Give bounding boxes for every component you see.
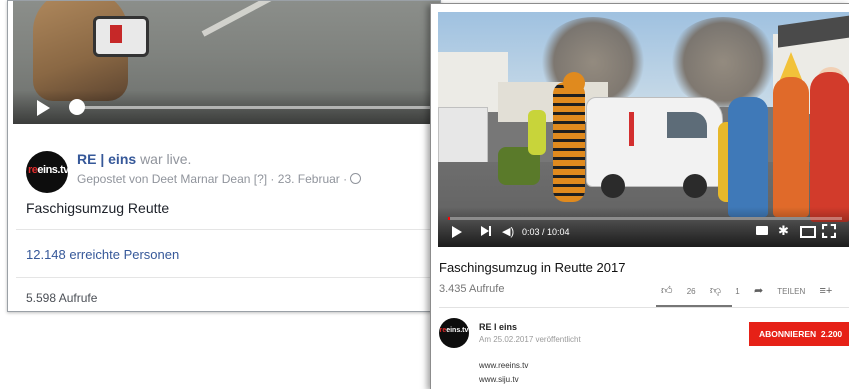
video-title: Faschingsumzug in Reutte 2017 (439, 260, 626, 275)
facebook-post-card: reeins.tv RE | eins war live. Gepostet v… (7, 0, 441, 312)
next-icon[interactable] (481, 226, 491, 236)
subscribe-button[interactable]: ABONNIEREN 2.200 (749, 322, 849, 346)
description-link[interactable]: www.reeins.tv (479, 361, 528, 370)
subscriber-count: 2.200 (820, 329, 843, 339)
video-frame-van (586, 97, 723, 198)
video-frame-bag (93, 16, 149, 57)
facebook-progress-knob[interactable] (69, 99, 85, 115)
add-to-button[interactable]: ≡+ (819, 285, 845, 297)
youtube-video-player[interactable]: ◀) 0:03 / 10:04 ✱ (438, 12, 849, 247)
post-meta-line: Gepostet von Deet Marnar Dean [?] · 23. … (77, 172, 362, 186)
play-icon[interactable] (37, 100, 50, 116)
youtube-progress-bar[interactable] (448, 217, 842, 220)
video-frame-dwarf-costume (773, 77, 809, 217)
page-name-link[interactable]: RE | eins (77, 151, 136, 167)
avatar-logo-text: reeins.tv (439, 327, 469, 334)
youtube-video-controls: ◀) 0:03 / 10:04 ✱ (438, 207, 849, 247)
video-frame-car (438, 107, 488, 169)
thumbs-down-icon: 👎︎ (709, 285, 722, 297)
published-date: Am 25.02.2017 veröffentlicht (479, 335, 581, 344)
video-frame-tiger-head (563, 72, 585, 94)
views-count: 3.435 Aufrufe (439, 283, 505, 295)
video-frame-person (528, 110, 546, 155)
fullscreen-icon[interactable] (822, 224, 836, 238)
divider (16, 277, 436, 278)
like-button[interactable]: 👍︎ 26 (661, 285, 696, 297)
video-frame-tree (668, 17, 778, 107)
channel-name-link[interactable]: RE l eins (479, 322, 517, 332)
post-text: Faschigsumzug Reutte (26, 200, 170, 216)
live-status-text: war live. (140, 151, 192, 167)
avatar[interactable]: reeins.tv (439, 318, 469, 348)
facebook-video-player[interactable] (13, 1, 440, 124)
globe-icon (350, 173, 362, 184)
video-frame-road-line (201, 1, 364, 37)
action-bar: 👍︎ 26 👎︎ 1 ➦ TEILEN ≡+ ··· (661, 284, 849, 297)
theater-icon[interactable] (800, 226, 816, 238)
video-frame-dwarf-costume (810, 72, 849, 222)
video-frame-tiger-costume (553, 82, 585, 202)
facebook-progress-bar[interactable] (75, 106, 440, 109)
play-icon[interactable] (452, 226, 462, 238)
facebook-video-controls (13, 90, 440, 124)
add-to-icon: ≡+ (819, 285, 833, 297)
views-count: 5.598 Aufrufe (26, 291, 98, 305)
settings-icon[interactable]: ✱ (778, 223, 789, 239)
video-frame-person-blue (728, 97, 768, 217)
captions-icon[interactable] (756, 226, 768, 235)
share-button[interactable]: ➦ TEILEN (753, 285, 805, 297)
dislike-button[interactable]: 👎︎ 1 (709, 285, 740, 297)
subscribe-label: ABONNIEREN (759, 329, 817, 339)
volume-icon[interactable]: ◀) (502, 225, 514, 238)
youtube-progress-fill (448, 217, 450, 220)
divider (16, 229, 436, 230)
youtube-video-card: ◀) 0:03 / 10:04 ✱ Faschingsumzug in Reut… (430, 3, 849, 389)
share-icon: ➦ (753, 285, 764, 297)
thumbs-up-icon: 👍︎ (661, 285, 673, 297)
description-link[interactable]: www.siju.tv (479, 375, 519, 384)
post-author-line: RE | eins war live. (77, 151, 191, 167)
avatar-logo-text: reeins.tv (28, 164, 68, 176)
reach-link[interactable]: 12.148 erreichte Personen (26, 247, 179, 262)
divider (439, 307, 849, 308)
posted-by-text: Gepostet von Deet Marnar Dean [?] · 23. … (77, 172, 348, 186)
avatar[interactable]: reeins.tv (26, 151, 68, 193)
time-display: 0:03 / 10:04 (522, 227, 570, 237)
